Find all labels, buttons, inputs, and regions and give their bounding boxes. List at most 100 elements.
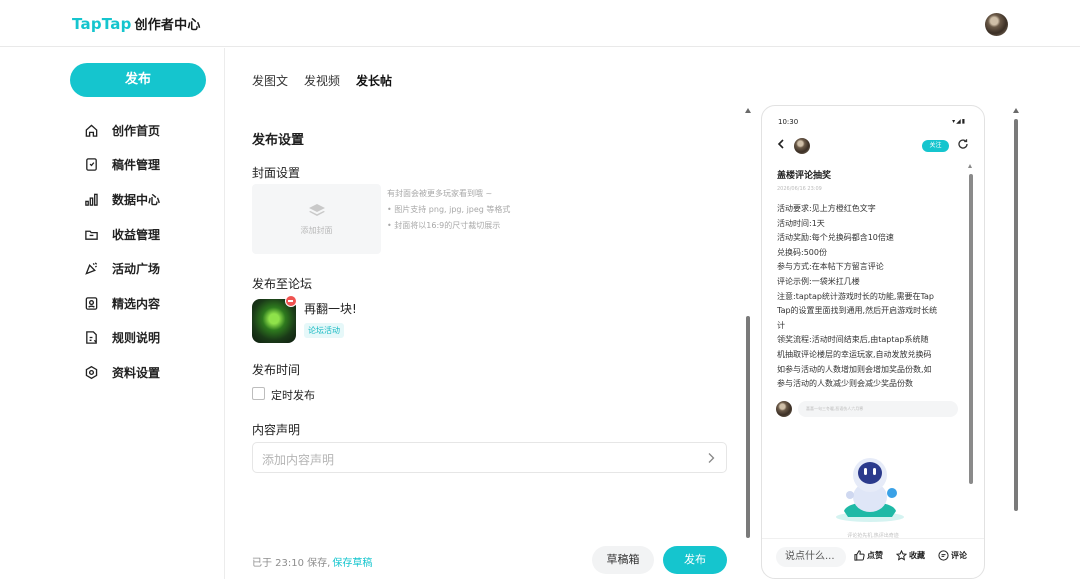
sidebar-item-rules[interactable]: 规则说明: [84, 321, 160, 356]
post-line: 兑换码:500份: [777, 247, 827, 257]
post-editor-main: 发图文 发视频 发长帖 发布设置 封面设置 添加封面 有封面会被更多玩家看到哦 …: [226, 48, 756, 579]
save-info-text: 已于 23:10 保存,: [252, 558, 331, 569]
sidebar: 发布 创作首页 稿件管理 数据中心 收益管理 活动广场 精选内容 规则说明 资料…: [0, 48, 225, 579]
scrollbar-thumb[interactable]: [969, 174, 973, 484]
user-avatar[interactable]: [985, 13, 1008, 36]
rules-icon: [86, 331, 97, 345]
sidebar-item-label: 资料设置: [112, 365, 161, 380]
publish-button[interactable]: 发布: [70, 63, 206, 97]
forum-name: 再翻一块!: [304, 302, 357, 316]
post-line: 领奖流程:活动时间结束后,由taptap系统随: [777, 335, 929, 345]
post-line: 活动奖励:每个兑换码都含10倍速: [777, 233, 894, 243]
collect-button[interactable]: 收藏: [896, 550, 925, 561]
save-status: 已于 23:10 保存, 保存草稿: [252, 554, 372, 569]
forum-label: 发布至论坛: [252, 277, 313, 291]
sidebar-item-earnings[interactable]: 收益管理: [84, 217, 160, 252]
page-scrollbar[interactable]: [1012, 108, 1020, 568]
home-icon: [85, 124, 98, 137]
taptap-logo[interactable]: TapTap 创作者中心: [72, 14, 201, 33]
tab-video[interactable]: 发视频: [304, 72, 340, 89]
sidebar-item-manuscripts[interactable]: 稿件管理: [84, 148, 160, 183]
forum-tag[interactable]: 论坛活动: [304, 323, 344, 338]
statement-label: 内容声明: [252, 423, 301, 437]
submit-publish-button[interactable]: 发布: [663, 546, 727, 574]
post-line: Tap的设置里面找到通用,然后开启游戏时长统: [777, 306, 938, 316]
mascot-illustration: [836, 458, 904, 522]
commenter-avatar: [776, 401, 792, 417]
comment-button[interactable]: 评论: [938, 550, 967, 561]
cover-tip: • 图片支持 png, jpg, jpeg 等格式: [387, 205, 511, 214]
sidebar-item-profile-settings[interactable]: 资料设置: [84, 355, 160, 390]
chevron-right-icon: [708, 453, 715, 463]
post-line: 机抽取评论楼层的幸运玩家,自动发放兑换码: [777, 349, 932, 359]
sidebar-item-label: 精选内容: [112, 296, 161, 311]
bar-chart-icon: [85, 193, 98, 206]
sidebar-item-home[interactable]: 创作首页: [84, 113, 160, 148]
sidebar-item-label: 活动广场: [112, 262, 161, 277]
author-avatar[interactable]: [794, 138, 810, 154]
mobile-preview: 10:30 ▾◢▮ 关注 盖楼评论抽奖 2026/06/16 23:09 活动要…: [761, 105, 985, 579]
like-label: 点赞: [867, 551, 883, 560]
publish-time-label: 发布时间: [252, 363, 301, 377]
back-icon[interactable]: [777, 139, 785, 149]
add-cover-button[interactable]: 添加封面: [252, 184, 381, 254]
say-something-input[interactable]: 说点什么...: [776, 547, 846, 567]
sidebar-item-data-center[interactable]: 数据中心: [84, 182, 160, 217]
scheduled-publish-checkbox[interactable]: [252, 387, 265, 400]
post-line: 注意:taptap统计游戏时长的功能,需要在Tap: [777, 291, 935, 301]
folder-icon: [85, 230, 98, 240]
document-icon: [86, 158, 97, 172]
post-line: 活动要求:见上方橙红色文字: [777, 204, 876, 213]
status-time: 10:30: [778, 118, 799, 126]
refresh-icon[interactable]: [957, 138, 969, 150]
preview-action-bar: 说点什么... 点赞 收藏 评论: [762, 538, 984, 578]
sidebar-item-label: 收益管理: [112, 227, 161, 242]
post-line: 活动时间:1天: [777, 218, 825, 228]
collect-label: 收藏: [909, 551, 925, 560]
post-line: 评论示例:一袋米扛几楼: [777, 276, 860, 286]
comment-icon: [938, 550, 949, 561]
badge-icon: [85, 296, 98, 310]
sidebar-item-label: 稿件管理: [112, 158, 161, 173]
tab-image-text[interactable]: 发图文: [252, 72, 288, 89]
sidebar-item-label: 数据中心: [112, 192, 161, 207]
scrollbar-thumb[interactable]: [1014, 119, 1018, 511]
sidebar-item-featured[interactable]: 精选内容: [84, 286, 160, 321]
layers-icon: [309, 204, 325, 216]
save-draft-link[interactable]: 保存草稿: [332, 558, 372, 569]
scheduled-publish-label[interactable]: 定时发布: [271, 387, 315, 403]
cover-tip: • 封面将以16:9的尺寸裁切展示: [387, 221, 501, 230]
like-button[interactable]: 点赞: [854, 550, 883, 561]
editor-scrollbar[interactable]: [744, 108, 752, 568]
post-line: 计: [777, 320, 785, 330]
add-cover-label: 添加封面: [300, 226, 333, 235]
scroll-up-icon[interactable]: [968, 164, 972, 168]
post-title: 盖楼评论抽奖: [777, 171, 832, 181]
top-bar: TapTap 创作者中心: [0, 0, 1080, 47]
follow-button[interactable]: 关注: [922, 140, 949, 152]
post-line: 参与方式:在本帖下方留言评论: [777, 262, 884, 272]
sidebar-item-activities[interactable]: 活动广场: [84, 251, 160, 286]
scroll-up-icon[interactable]: [745, 108, 751, 113]
post-type-tabs: 发图文 发视频 发长帖: [252, 72, 393, 90]
logo-suffix: 创作者中心: [134, 18, 201, 33]
scrollbar-thumb[interactable]: [746, 316, 750, 538]
content-statement-select[interactable]: 添加内容声明: [252, 442, 727, 473]
status-icons: ▾◢▮: [952, 118, 966, 125]
star-icon: [896, 550, 907, 561]
cover-tips: 有封面会被更多玩家看到哦 ~ • 图片支持 png, jpg, jpeg 等格式…: [387, 186, 510, 234]
tab-long-post[interactable]: 发长帖: [356, 72, 393, 90]
draft-box-button[interactable]: 草稿箱: [592, 546, 654, 574]
party-icon: [85, 262, 98, 275]
settings-icon: [85, 365, 98, 380]
remove-forum-icon[interactable]: [285, 295, 297, 307]
sidebar-nav: 创作首页 稿件管理 数据中心 收益管理 活动广场 精选内容 规则说明 资料设置: [84, 113, 160, 390]
logo-brand: TapTap: [72, 15, 132, 33]
cover-tip: 有封面会被更多玩家看到哦 ~: [387, 189, 493, 198]
thumbs-up-icon: [854, 550, 865, 561]
preview-scrollbar[interactable]: [967, 162, 975, 537]
scroll-up-icon[interactable]: [1013, 108, 1019, 113]
post-line: 如参与活动的人数增加则会增加奖品份数,如: [777, 364, 932, 374]
comment-input[interactable]: 喜喜一句三冬暖,恶语伤人六月寒: [798, 401, 958, 417]
statement-placeholder: 添加内容声明: [262, 453, 335, 467]
